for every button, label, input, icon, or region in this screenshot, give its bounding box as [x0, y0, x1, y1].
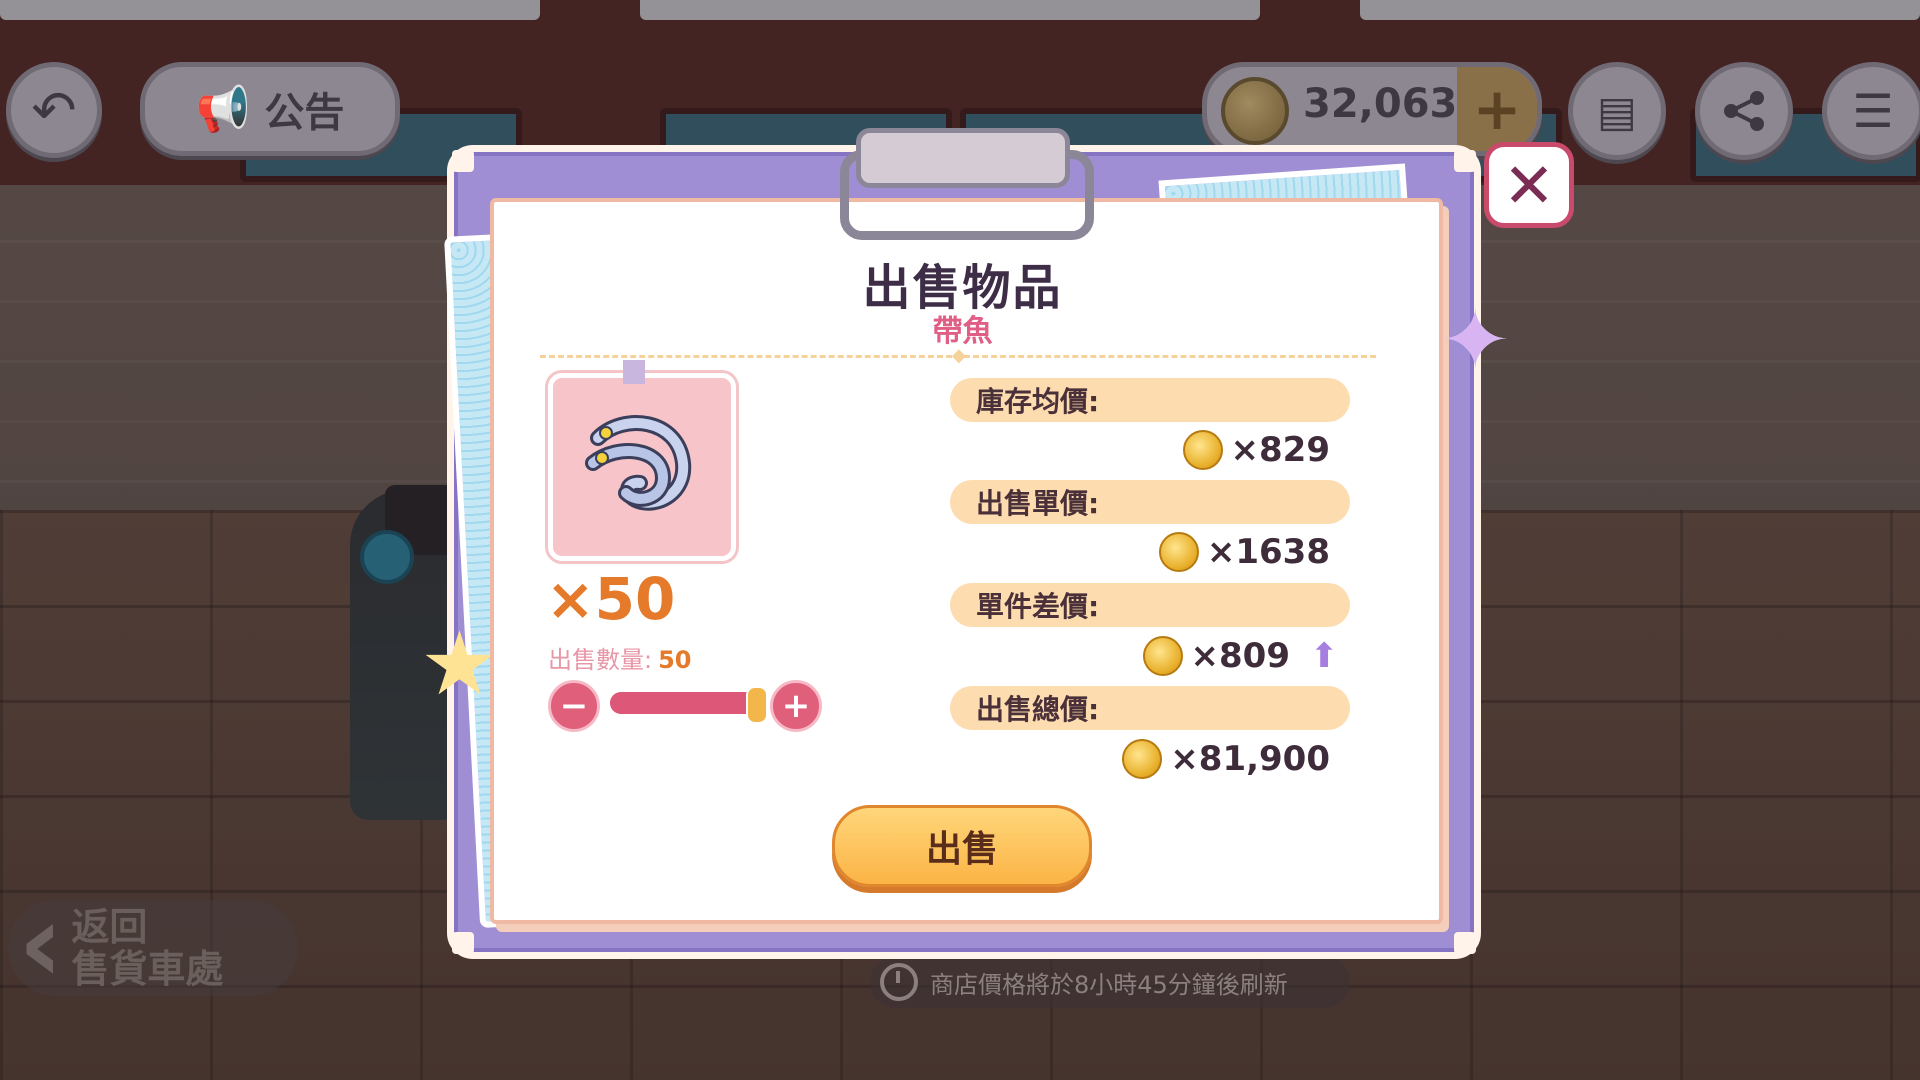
back-arrow-icon: ↶: [31, 78, 77, 142]
increase-quantity-button[interactable]: +: [770, 680, 822, 732]
document-button[interactable]: ▤: [1568, 62, 1666, 160]
menu-button[interactable]: ☰: [1822, 62, 1920, 160]
coin-icon: [1182, 430, 1223, 470]
total-sell-price-value: ×81,900: [1122, 737, 1330, 781]
megaphone-icon: 📢: [195, 84, 251, 135]
quantity-slider[interactable]: [610, 692, 760, 714]
unit-sell-price-row: 出售單價:: [950, 480, 1350, 524]
decrease-quantity-button[interactable]: −: [548, 680, 600, 732]
return-line2: 售貨車處: [71, 947, 224, 991]
return-line1: 返回: [71, 905, 148, 949]
avg-stock-price-value: ×829: [1182, 428, 1330, 472]
coin-icon: [1158, 532, 1199, 572]
total-sell-price-label: 出售總價:: [976, 693, 1100, 726]
unit-diff-value: ×809: [1142, 634, 1290, 678]
quantity-slider-fill: [610, 692, 760, 714]
item-tape: [623, 360, 645, 384]
add-coins-button[interactable]: +: [1457, 67, 1537, 151]
quantity-slider-handle[interactable]: [746, 686, 768, 724]
total-sell-price-row: 出售總價:: [950, 686, 1350, 730]
unit-sell-price-value: ×1638: [1158, 530, 1330, 574]
total-sell-price-amount: ×81,900: [1170, 739, 1330, 779]
notice-button[interactable]: 📢 公告: [140, 62, 400, 156]
back-button[interactable]: ↶: [6, 62, 102, 158]
clipboard-clip-top: [856, 128, 1070, 188]
return-to-cart-button[interactable]: ‹ 返回 售貨車處: [8, 879, 298, 1007]
quantity-value: 50: [658, 646, 692, 674]
close-icon: ✕: [1503, 148, 1555, 222]
refresh-text: 商店價格將於8小時45分鐘後刷新: [930, 970, 1288, 999]
arrow-up-icon: ⬆: [1310, 636, 1339, 676]
coin-amount: 32,063: [1303, 81, 1458, 127]
quantity-label-text: 出售數量:: [548, 646, 653, 674]
ribbonfish-icon: [585, 415, 692, 511]
menu-icon: ☰: [1852, 84, 1894, 138]
divider-diamond-icon: ◆: [952, 345, 966, 366]
star-decoration-icon: ★: [420, 612, 499, 715]
share-button[interactable]: [1695, 62, 1793, 160]
avg-stock-price-label: 庫存均價:: [976, 385, 1100, 418]
coin-icon: [1122, 739, 1163, 779]
clock-icon: [880, 963, 918, 1001]
notice-label: 公告: [264, 90, 345, 136]
coin-icon: [1142, 636, 1183, 676]
sparkle-icon: ✦: [1440, 291, 1511, 389]
unit-diff-amount: ×809: [1190, 636, 1290, 676]
sell-button[interactable]: 出售: [832, 805, 1092, 887]
document-icon: ▤: [1597, 86, 1637, 136]
coin-icon: [1221, 77, 1289, 145]
unit-sell-price-amount: ×1638: [1206, 532, 1330, 572]
refresh-notice: 商店價格將於8小時45分鐘後刷新: [870, 956, 1350, 1008]
unit-diff-row: 單件差價:: [950, 583, 1350, 627]
unit-diff-label: 單件差價:: [976, 590, 1100, 623]
quantity-display: ×50: [546, 565, 676, 633]
coin-balance: 32,063 +: [1202, 62, 1542, 156]
unit-sell-price-label: 出售單價:: [976, 487, 1100, 520]
avg-stock-price-row: 庫存均價:: [950, 378, 1350, 422]
close-button[interactable]: ✕: [1484, 142, 1574, 228]
share-icon: [1724, 91, 1764, 131]
quantity-label: 出售數量: 50: [548, 640, 692, 675]
item-name: 帶魚: [932, 314, 993, 349]
avg-stock-price-amount: ×829: [1230, 430, 1330, 470]
chevron-left-icon: ‹: [18, 879, 64, 1007]
